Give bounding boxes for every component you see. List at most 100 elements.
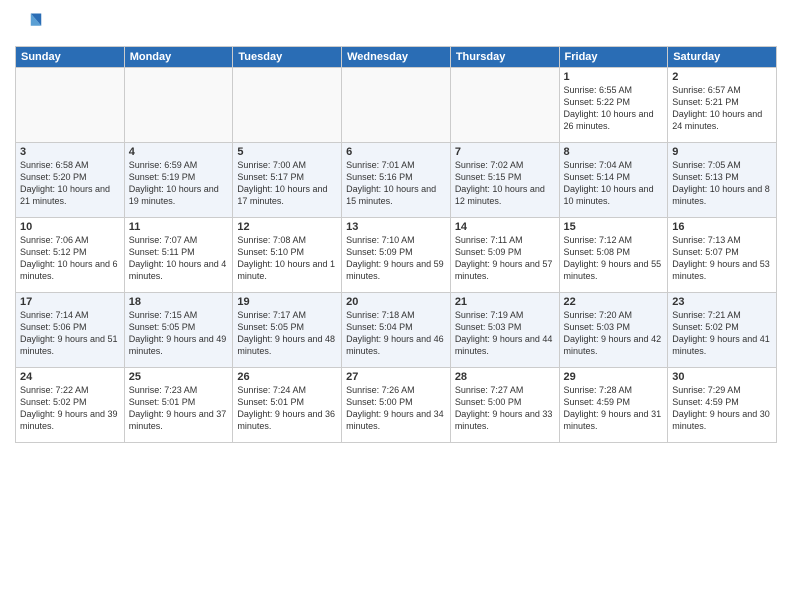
logo — [15, 10, 47, 38]
weekday-header-tuesday: Tuesday — [233, 47, 342, 68]
calendar-cell: 30Sunrise: 7:29 AM Sunset: 4:59 PM Dayli… — [668, 368, 777, 443]
day-number: 15 — [564, 221, 664, 233]
calendar-cell: 27Sunrise: 7:26 AM Sunset: 5:00 PM Dayli… — [342, 368, 451, 443]
day-number: 3 — [20, 146, 120, 158]
day-info: Sunrise: 7:15 AM Sunset: 5:05 PM Dayligh… — [129, 309, 229, 358]
calendar-cell: 24Sunrise: 7:22 AM Sunset: 5:02 PM Dayli… — [16, 368, 125, 443]
day-info: Sunrise: 7:26 AM Sunset: 5:00 PM Dayligh… — [346, 384, 446, 433]
calendar-cell: 22Sunrise: 7:20 AM Sunset: 5:03 PM Dayli… — [559, 293, 668, 368]
day-number: 11 — [129, 221, 229, 233]
weekday-header-sunday: Sunday — [16, 47, 125, 68]
calendar-cell: 21Sunrise: 7:19 AM Sunset: 5:03 PM Dayli… — [450, 293, 559, 368]
calendar-cell: 9Sunrise: 7:05 AM Sunset: 5:13 PM Daylig… — [668, 143, 777, 218]
calendar-cell: 28Sunrise: 7:27 AM Sunset: 5:00 PM Dayli… — [450, 368, 559, 443]
calendar-cell: 7Sunrise: 7:02 AM Sunset: 5:15 PM Daylig… — [450, 143, 559, 218]
day-info: Sunrise: 7:05 AM Sunset: 5:13 PM Dayligh… — [672, 159, 772, 208]
day-info: Sunrise: 6:59 AM Sunset: 5:19 PM Dayligh… — [129, 159, 229, 208]
day-number: 8 — [564, 146, 664, 158]
day-number: 6 — [346, 146, 446, 158]
calendar-cell: 25Sunrise: 7:23 AM Sunset: 5:01 PM Dayli… — [124, 368, 233, 443]
day-info: Sunrise: 7:20 AM Sunset: 5:03 PM Dayligh… — [564, 309, 664, 358]
calendar-cell: 12Sunrise: 7:08 AM Sunset: 5:10 PM Dayli… — [233, 218, 342, 293]
calendar-cell: 20Sunrise: 7:18 AM Sunset: 5:04 PM Dayli… — [342, 293, 451, 368]
calendar-cell: 19Sunrise: 7:17 AM Sunset: 5:05 PM Dayli… — [233, 293, 342, 368]
day-info: Sunrise: 7:08 AM Sunset: 5:10 PM Dayligh… — [237, 234, 337, 283]
calendar-cell: 15Sunrise: 7:12 AM Sunset: 5:08 PM Dayli… — [559, 218, 668, 293]
calendar-cell — [450, 68, 559, 143]
day-info: Sunrise: 7:24 AM Sunset: 5:01 PM Dayligh… — [237, 384, 337, 433]
day-number: 21 — [455, 296, 555, 308]
day-number: 17 — [20, 296, 120, 308]
day-number: 2 — [672, 71, 772, 83]
calendar-week-row: 3Sunrise: 6:58 AM Sunset: 5:20 PM Daylig… — [16, 143, 777, 218]
day-number: 23 — [672, 296, 772, 308]
calendar-cell: 18Sunrise: 7:15 AM Sunset: 5:05 PM Dayli… — [124, 293, 233, 368]
calendar-cell: 13Sunrise: 7:10 AM Sunset: 5:09 PM Dayli… — [342, 218, 451, 293]
day-info: Sunrise: 7:01 AM Sunset: 5:16 PM Dayligh… — [346, 159, 446, 208]
calendar-week-row: 10Sunrise: 7:06 AM Sunset: 5:12 PM Dayli… — [16, 218, 777, 293]
day-info: Sunrise: 7:17 AM Sunset: 5:05 PM Dayligh… — [237, 309, 337, 358]
day-number: 5 — [237, 146, 337, 158]
day-number: 19 — [237, 296, 337, 308]
day-info: Sunrise: 7:29 AM Sunset: 4:59 PM Dayligh… — [672, 384, 772, 433]
calendar-week-row: 17Sunrise: 7:14 AM Sunset: 5:06 PM Dayli… — [16, 293, 777, 368]
day-info: Sunrise: 6:57 AM Sunset: 5:21 PM Dayligh… — [672, 84, 772, 133]
calendar-cell — [124, 68, 233, 143]
logo-icon — [15, 10, 43, 38]
day-info: Sunrise: 7:00 AM Sunset: 5:17 PM Dayligh… — [237, 159, 337, 208]
day-info: Sunrise: 7:12 AM Sunset: 5:08 PM Dayligh… — [564, 234, 664, 283]
day-number: 1 — [564, 71, 664, 83]
calendar-cell: 5Sunrise: 7:00 AM Sunset: 5:17 PM Daylig… — [233, 143, 342, 218]
day-info: Sunrise: 6:58 AM Sunset: 5:20 PM Dayligh… — [20, 159, 120, 208]
calendar-cell: 14Sunrise: 7:11 AM Sunset: 5:09 PM Dayli… — [450, 218, 559, 293]
day-info: Sunrise: 7:21 AM Sunset: 5:02 PM Dayligh… — [672, 309, 772, 358]
calendar-cell — [233, 68, 342, 143]
day-number: 10 — [20, 221, 120, 233]
day-number: 29 — [564, 371, 664, 383]
calendar-cell — [16, 68, 125, 143]
calendar-cell: 2Sunrise: 6:57 AM Sunset: 5:21 PM Daylig… — [668, 68, 777, 143]
day-info: Sunrise: 7:06 AM Sunset: 5:12 PM Dayligh… — [20, 234, 120, 283]
calendar-week-row: 24Sunrise: 7:22 AM Sunset: 5:02 PM Dayli… — [16, 368, 777, 443]
day-number: 18 — [129, 296, 229, 308]
day-number: 13 — [346, 221, 446, 233]
calendar-cell: 1Sunrise: 6:55 AM Sunset: 5:22 PM Daylig… — [559, 68, 668, 143]
day-info: Sunrise: 7:19 AM Sunset: 5:03 PM Dayligh… — [455, 309, 555, 358]
day-info: Sunrise: 7:22 AM Sunset: 5:02 PM Dayligh… — [20, 384, 120, 433]
day-number: 12 — [237, 221, 337, 233]
weekday-header-thursday: Thursday — [450, 47, 559, 68]
day-number: 20 — [346, 296, 446, 308]
day-number: 26 — [237, 371, 337, 383]
day-info: Sunrise: 7:11 AM Sunset: 5:09 PM Dayligh… — [455, 234, 555, 283]
calendar-cell: 4Sunrise: 6:59 AM Sunset: 5:19 PM Daylig… — [124, 143, 233, 218]
day-info: Sunrise: 7:13 AM Sunset: 5:07 PM Dayligh… — [672, 234, 772, 283]
day-number: 28 — [455, 371, 555, 383]
day-number: 25 — [129, 371, 229, 383]
calendar-cell — [342, 68, 451, 143]
day-info: Sunrise: 7:28 AM Sunset: 4:59 PM Dayligh… — [564, 384, 664, 433]
day-info: Sunrise: 7:07 AM Sunset: 5:11 PM Dayligh… — [129, 234, 229, 283]
day-info: Sunrise: 7:10 AM Sunset: 5:09 PM Dayligh… — [346, 234, 446, 283]
day-number: 9 — [672, 146, 772, 158]
header — [15, 10, 777, 38]
day-number: 22 — [564, 296, 664, 308]
page: SundayMondayTuesdayWednesdayThursdayFrid… — [0, 0, 792, 612]
calendar-week-row: 1Sunrise: 6:55 AM Sunset: 5:22 PM Daylig… — [16, 68, 777, 143]
calendar-cell: 11Sunrise: 7:07 AM Sunset: 5:11 PM Dayli… — [124, 218, 233, 293]
weekday-header-wednesday: Wednesday — [342, 47, 451, 68]
calendar-table: SundayMondayTuesdayWednesdayThursdayFrid… — [15, 46, 777, 443]
day-info: Sunrise: 7:14 AM Sunset: 5:06 PM Dayligh… — [20, 309, 120, 358]
calendar-cell: 16Sunrise: 7:13 AM Sunset: 5:07 PM Dayli… — [668, 218, 777, 293]
calendar-cell: 10Sunrise: 7:06 AM Sunset: 5:12 PM Dayli… — [16, 218, 125, 293]
weekday-header-monday: Monday — [124, 47, 233, 68]
calendar-cell: 29Sunrise: 7:28 AM Sunset: 4:59 PM Dayli… — [559, 368, 668, 443]
day-info: Sunrise: 7:02 AM Sunset: 5:15 PM Dayligh… — [455, 159, 555, 208]
day-info: Sunrise: 6:55 AM Sunset: 5:22 PM Dayligh… — [564, 84, 664, 133]
day-number: 30 — [672, 371, 772, 383]
calendar-cell: 3Sunrise: 6:58 AM Sunset: 5:20 PM Daylig… — [16, 143, 125, 218]
day-number: 4 — [129, 146, 229, 158]
day-number: 27 — [346, 371, 446, 383]
day-number: 16 — [672, 221, 772, 233]
calendar-cell: 23Sunrise: 7:21 AM Sunset: 5:02 PM Dayli… — [668, 293, 777, 368]
day-number: 24 — [20, 371, 120, 383]
